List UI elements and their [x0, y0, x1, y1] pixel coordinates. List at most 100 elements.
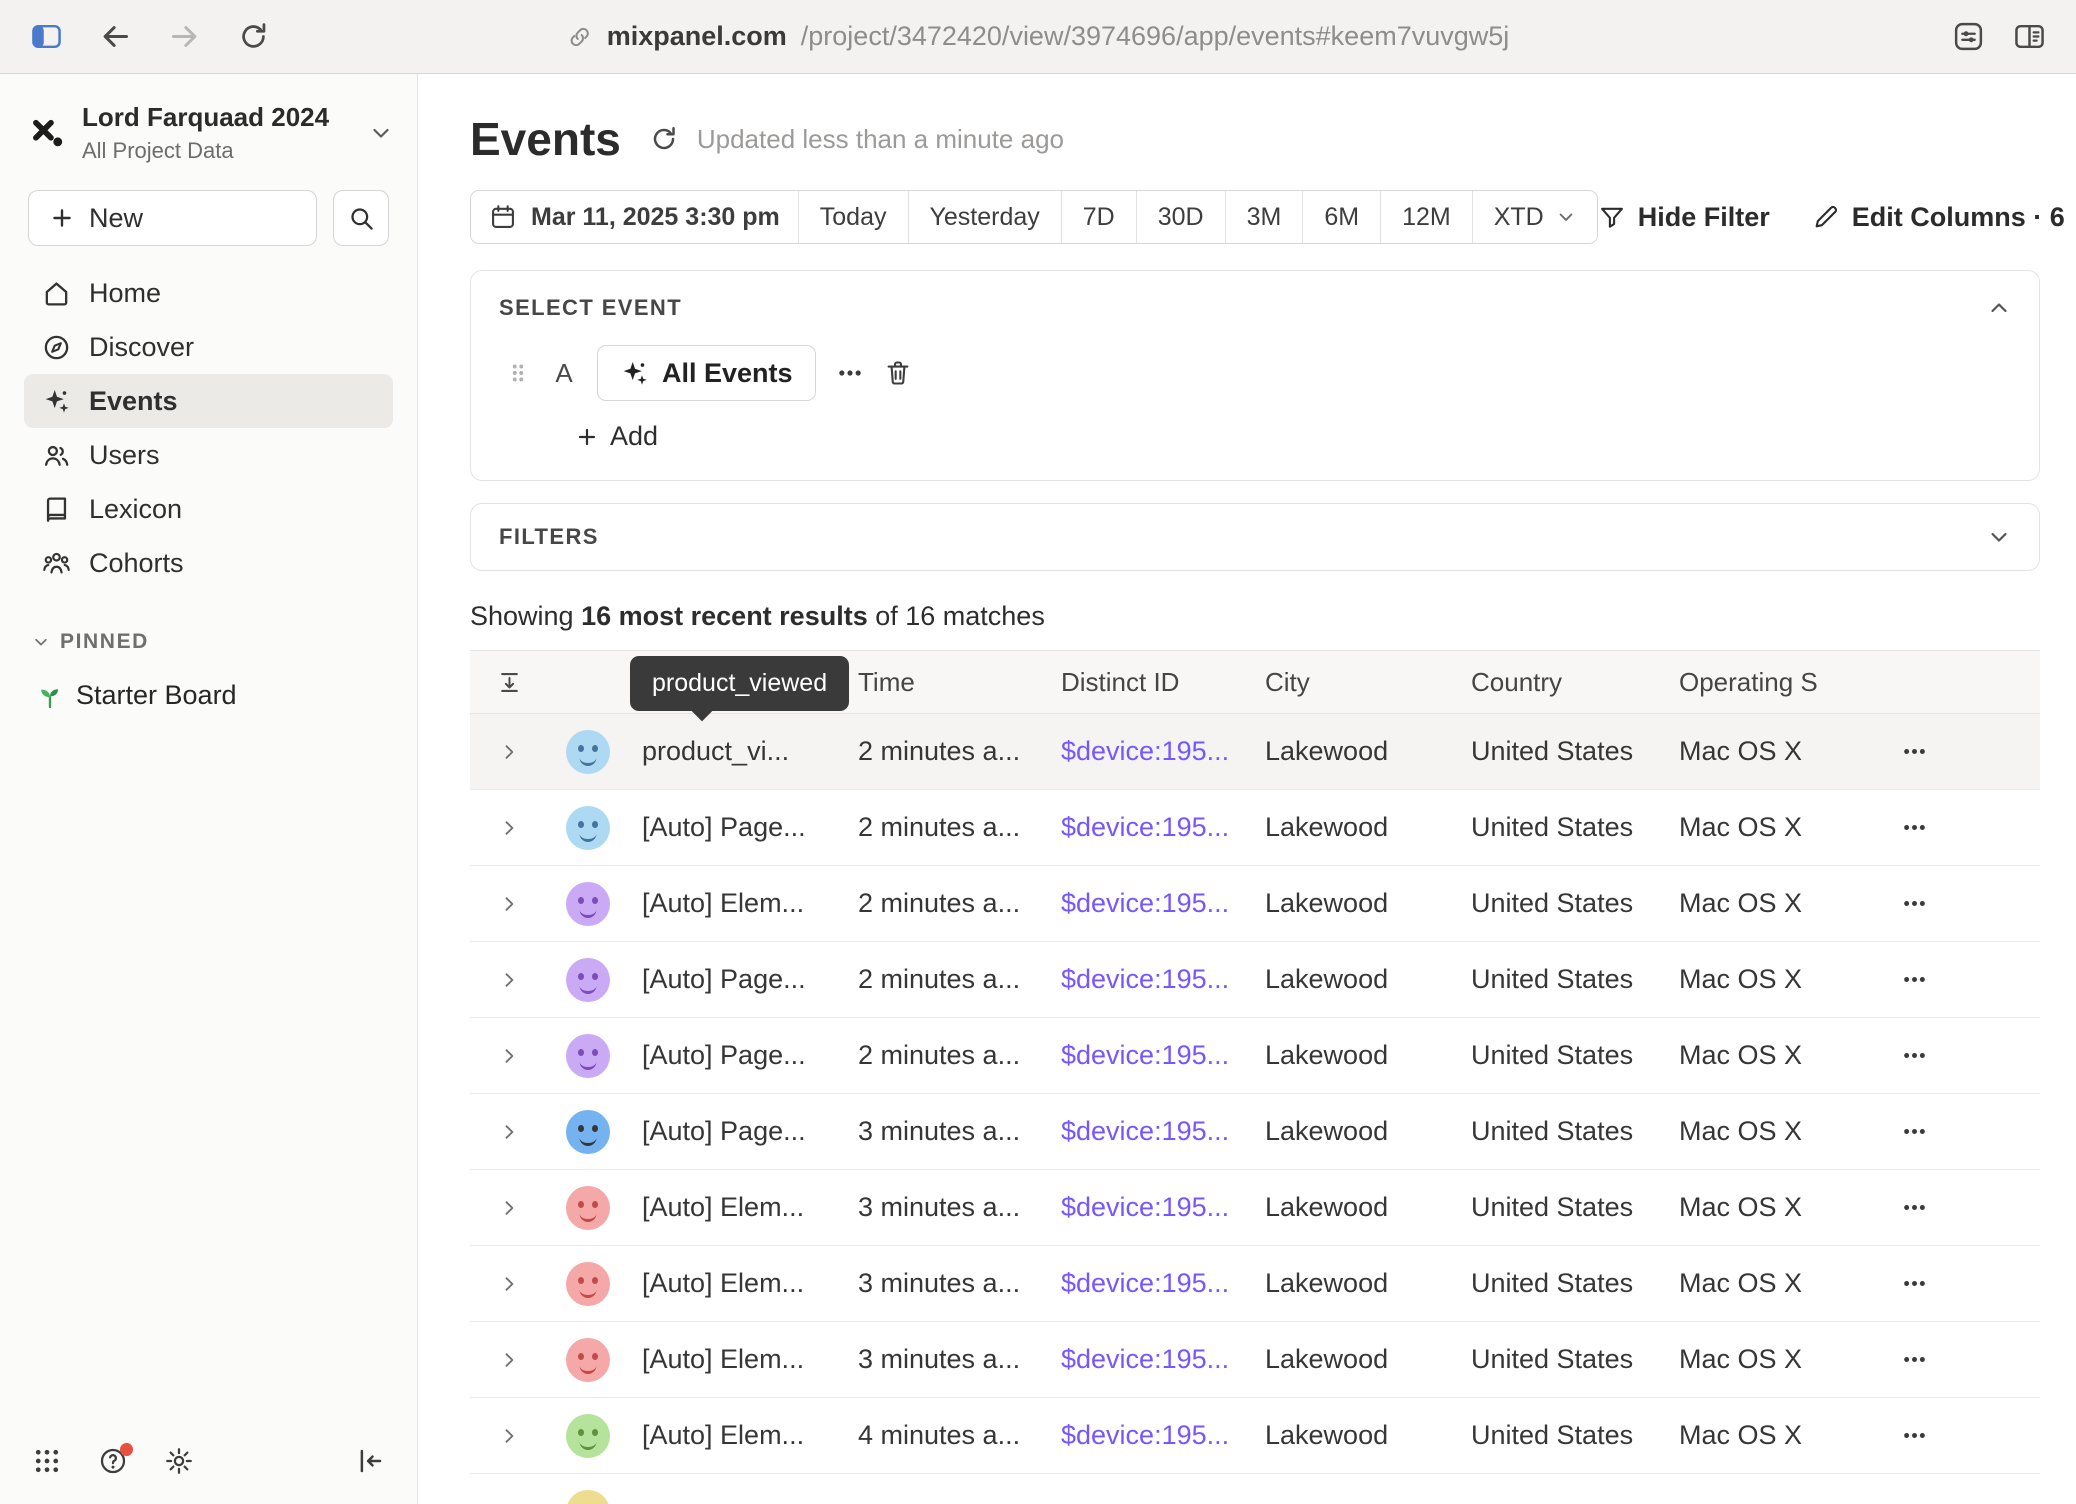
- cell-distinct-id[interactable]: $device:195...: [1061, 1420, 1265, 1451]
- range-3m-button[interactable]: 3M: [1226, 191, 1304, 243]
- back-button[interactable]: [99, 20, 132, 53]
- workspace-switcher[interactable]: Lord Farquaad 2024 All Project Data: [0, 74, 417, 164]
- column-header-country[interactable]: Country: [1471, 667, 1679, 698]
- row-menu-button[interactable]: [1901, 966, 1928, 993]
- table-row[interactable]: [Auto] Elem... 4 minutes a... $device:19…: [470, 1398, 2040, 1474]
- cell-distinct-id[interactable]: $device:195...: [1061, 1040, 1265, 1071]
- expand-row-button[interactable]: [499, 742, 519, 762]
- range-30d-button[interactable]: 30D: [1137, 191, 1226, 243]
- cell-distinct-id[interactable]: $device:195...: [1061, 1192, 1265, 1223]
- event-selector-button[interactable]: All Events: [597, 345, 816, 401]
- add-event-button[interactable]: Add: [575, 421, 658, 452]
- sidebar-item-lexicon[interactable]: Lexicon: [24, 482, 393, 536]
- row-menu-button[interactable]: [1901, 814, 1928, 841]
- expand-row-button[interactable]: [499, 818, 519, 838]
- range-6m-button[interactable]: 6M: [1303, 191, 1381, 243]
- row-menu-button[interactable]: [1901, 1346, 1928, 1373]
- range-today-button[interactable]: Today: [799, 191, 909, 243]
- event-name[interactable]: [Auto] Page...: [628, 964, 858, 995]
- expand-row-button[interactable]: [499, 894, 519, 914]
- expand-row-button[interactable]: [499, 1350, 519, 1370]
- cell-distinct-id[interactable]: $device:195...: [1061, 736, 1265, 767]
- row-menu-button[interactable]: [1901, 1194, 1928, 1221]
- reload-button[interactable]: [237, 20, 270, 53]
- event-name[interactable]: [Auto] Elem...: [628, 1192, 858, 1223]
- browser-extensions-button[interactable]: [1952, 20, 1985, 53]
- expand-row-button[interactable]: [499, 1426, 519, 1446]
- date-picker-button[interactable]: Mar 11, 2025 3:30 pm: [471, 191, 799, 243]
- cell-city: Lakewood: [1265, 736, 1471, 767]
- table-row[interactable]: [Auto] Elem... 2 minutes a... $device:19…: [470, 866, 2040, 942]
- cell-distinct-id[interactable]: $device:195...: [1061, 888, 1265, 919]
- cell-distinct-id[interactable]: $device:195...: [1061, 1116, 1265, 1147]
- sidebar-item-users[interactable]: Users: [24, 428, 393, 482]
- collapse-panel-button[interactable]: [1987, 296, 2011, 320]
- table-row[interactable]: [Auto] Elem... 3 minutes a... $device:19…: [470, 1322, 2040, 1398]
- column-header-city[interactable]: City: [1265, 667, 1471, 698]
- search-button[interactable]: [333, 190, 389, 246]
- collapse-all-button[interactable]: [496, 669, 523, 696]
- event-name[interactable]: [Auto] Elem...: [628, 1344, 858, 1375]
- help-button[interactable]: [98, 1446, 128, 1476]
- refresh-button[interactable]: [649, 124, 679, 154]
- cell-distinct-id[interactable]: $device:195...: [1061, 964, 1265, 995]
- table-row[interactable]: product_vi... 2 minutes a... $device:195…: [470, 714, 2040, 790]
- settings-button[interactable]: [164, 1446, 194, 1476]
- pinned-section-header[interactable]: PINNED: [0, 630, 417, 654]
- expand-row-button[interactable]: [499, 1274, 519, 1294]
- pinned-item-starter-board[interactable]: Starter Board: [0, 680, 417, 711]
- event-name[interactable]: [Auto] Page...: [628, 1040, 858, 1071]
- sidebar-item-discover[interactable]: Discover: [24, 320, 393, 374]
- table-row[interactable]: [Auto] Elem... 3 minutes a... $device:19…: [470, 1170, 2040, 1246]
- range-12m-button[interactable]: 12M: [1381, 191, 1473, 243]
- sidebar-item-cohorts[interactable]: Cohorts: [24, 536, 393, 590]
- event-name[interactable]: [Auto] Page...: [628, 1116, 858, 1147]
- expand-filters-button[interactable]: [1987, 525, 2011, 549]
- collapse-sidebar-button[interactable]: [355, 1446, 385, 1476]
- event-name[interactable]: product_vi...: [628, 736, 858, 767]
- forward-button[interactable]: [168, 20, 201, 53]
- expand-row-button[interactable]: [499, 1122, 519, 1142]
- table-row[interactable]: [Auto] Page... 2 minutes a... $device:19…: [470, 942, 2040, 1018]
- event-name[interactable]: [Auto] Elem...: [628, 1420, 858, 1451]
- row-menu-button[interactable]: [1901, 1118, 1928, 1145]
- edit-columns-button[interactable]: Edit Columns · 6: [1812, 202, 2065, 233]
- cell-distinct-id[interactable]: $device:195...: [1061, 1268, 1265, 1299]
- column-header-time[interactable]: Time: [858, 667, 1061, 698]
- table-row[interactable]: [Auto] Elem... 3 minutes a... $device:19…: [470, 1246, 2040, 1322]
- row-menu-button[interactable]: [1901, 890, 1928, 917]
- row-menu-button[interactable]: [1901, 1422, 1928, 1449]
- sidebar-item-events[interactable]: Events: [24, 374, 393, 428]
- split-view-button[interactable]: [2013, 20, 2046, 53]
- cell-distinct-id[interactable]: $device:195...: [1061, 812, 1265, 843]
- event-options-button[interactable]: [836, 359, 864, 387]
- column-header-distinct-id[interactable]: Distinct ID: [1061, 667, 1265, 698]
- event-name[interactable]: [Auto] Page...: [628, 812, 858, 843]
- expand-row-button[interactable]: [499, 1046, 519, 1066]
- sidebar-item-home[interactable]: Home: [24, 266, 393, 320]
- cell-distinct-id[interactable]: $device:195...: [1061, 1344, 1265, 1375]
- column-header-os[interactable]: Operating S: [1679, 667, 1883, 698]
- sidebar-toggle-button[interactable]: [30, 20, 63, 53]
- expand-row-button[interactable]: [499, 1198, 519, 1218]
- new-button[interactable]: New: [28, 190, 317, 246]
- table-row[interactable]: [Auto] Page... 2 minutes a... $device:19…: [470, 1018, 2040, 1094]
- table-row[interactable]: [Auto] Page... 3 minutes a... $device:19…: [470, 1094, 2040, 1170]
- drag-handle[interactable]: [505, 360, 531, 386]
- range-xtd-button[interactable]: XTD: [1473, 191, 1597, 243]
- apps-grid-button[interactable]: [32, 1446, 62, 1476]
- event-name[interactable]: [Auto] Elem...: [628, 1268, 858, 1299]
- row-menu-button[interactable]: [1901, 1498, 1928, 1504]
- delete-event-button[interactable]: [884, 359, 912, 387]
- table-row[interactable]: [470, 1474, 2040, 1504]
- range-yesterday-button[interactable]: Yesterday: [909, 191, 1062, 243]
- row-menu-button[interactable]: [1901, 1270, 1928, 1297]
- event-name[interactable]: [Auto] Elem...: [628, 888, 858, 919]
- range-7d-button[interactable]: 7D: [1062, 191, 1137, 243]
- hide-filter-button[interactable]: Hide Filter: [1598, 202, 1770, 233]
- expand-row-button[interactable]: [499, 970, 519, 990]
- address-bar[interactable]: mixpanel.com/project/3472420/view/397469…: [567, 21, 1510, 52]
- row-menu-button[interactable]: [1901, 738, 1928, 765]
- table-row[interactable]: [Auto] Page... 2 minutes a... $device:19…: [470, 790, 2040, 866]
- row-menu-button[interactable]: [1901, 1042, 1928, 1069]
